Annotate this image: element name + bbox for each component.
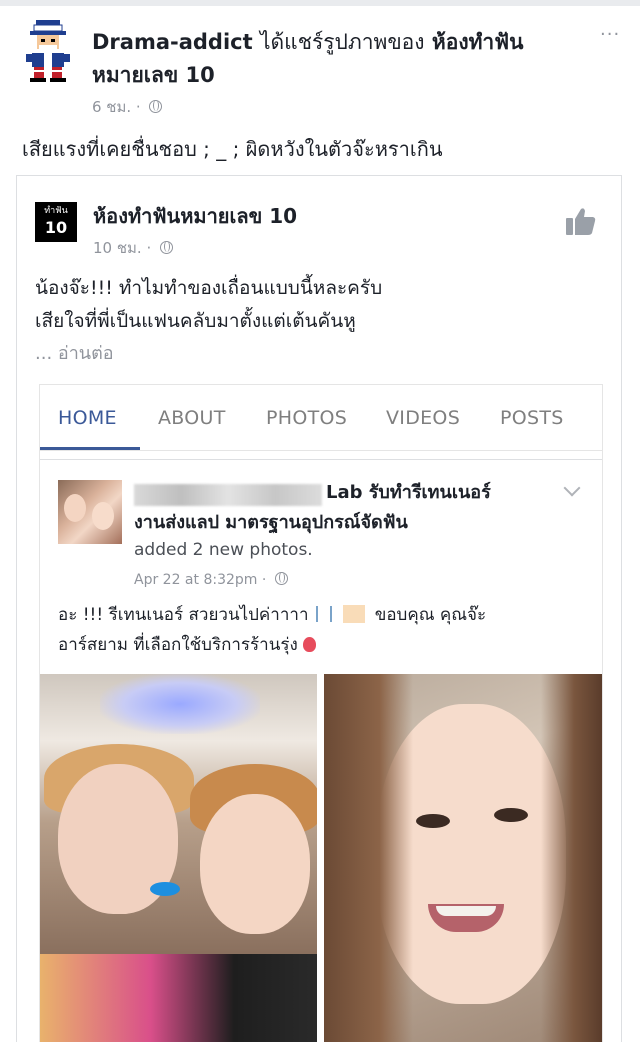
ceiling-light: [100, 674, 260, 734]
photo-two-women[interactable]: [40, 674, 317, 1042]
shared-post-card[interactable]: ทำฟัน 10 ห้องทำฟันหมายเลข 10 10 ชม. · น้…: [16, 175, 622, 1042]
globe-icon: [274, 572, 288, 585]
inner-post-time[interactable]: Apr 22 at 8:32pm ·: [134, 572, 266, 588]
face: [200, 794, 310, 934]
author-name[interactable]: Drama-addict: [92, 30, 253, 54]
card-time[interactable]: 10 ชม. ·: [93, 239, 151, 257]
page-logo-number: 10: [44, 218, 68, 237]
card-meta: 10 ชม. ·: [93, 236, 174, 260]
teeth-retainer: [436, 906, 496, 916]
author-avatar[interactable]: [22, 20, 74, 82]
post-meta: 6 ชม. ·: [92, 95, 163, 119]
post-caption: เสียแรงที่เคยชื่นชอบ ; _ ; ผิดหวังในตัวจ…: [22, 137, 443, 161]
read-more-link[interactable]: ... อ่านต่อ: [35, 338, 114, 367]
inner-text-line2: อาร์สยาม ที่เลือกใช้บริการร้านรุ่ง: [58, 635, 298, 655]
inner-text-part1: อะ !!! รีเทนเนอร์ สวยวนไปค่าาาา: [58, 605, 309, 625]
inner-post-meta: Apr 22 at 8:32pm ·: [134, 572, 288, 588]
like-page-icon[interactable]: [565, 206, 597, 236]
tooth-box-icon: [343, 605, 366, 623]
post-time[interactable]: 6 ชม. ·: [92, 98, 141, 116]
inner-post-avatar[interactable]: [58, 480, 122, 544]
clothing: [40, 954, 317, 1042]
inner-post-action: added 2 new photos.: [134, 540, 313, 560]
tab-home[interactable]: HOME: [58, 407, 117, 429]
inner-text-part2: ขอบคุณ คุณจ๊ะ: [374, 605, 487, 625]
eye: [494, 808, 528, 822]
page-tabs: HOME ABOUT PHOTOS VIDEOS POSTS: [40, 385, 602, 451]
inner-post: Lab รับทำรีเทนเนอร์ งานส่งแลป มาตรฐานอุป…: [40, 459, 602, 1042]
inner-post-author-line2: งานส่งแลป มาตรฐานอุปกรณ์จัดฟัน: [134, 512, 408, 533]
tab-about[interactable]: ABOUT: [158, 407, 226, 429]
page-logo-top: ทำฟัน: [44, 206, 68, 216]
eye: [416, 814, 450, 828]
avatar-face: [92, 502, 114, 530]
globe-icon: [160, 241, 174, 254]
active-tab-indicator: [40, 447, 140, 450]
cutlery-icon: [315, 606, 332, 622]
blue-lips: [150, 882, 180, 896]
tab-videos[interactable]: VIDEOS: [386, 407, 460, 429]
post-title: Drama-addict ได้แชร์รูปภาพของ ห้องทำฟันห…: [92, 26, 572, 92]
top-divider: [0, 0, 640, 6]
card-text-line2: เสียใจที่พี่เป็นแฟนคลับมาตั้งแต่เต้นคันห…: [35, 310, 356, 332]
hair: [324, 674, 602, 1042]
embedded-screenshot[interactable]: HOME ABOUT PHOTOS VIDEOS POSTS Lab รับทำ…: [39, 384, 603, 1042]
balloon-icon: [303, 637, 317, 652]
globe-icon: [149, 100, 163, 113]
tab-photos[interactable]: PHOTOS: [266, 407, 347, 429]
inner-post-author-line1: Lab รับทำรีเทนเนอร์: [326, 482, 491, 503]
chevron-down-icon[interactable]: [563, 479, 581, 497]
inner-post-author[interactable]: Lab รับทำรีเทนเนอร์ งานส่งแลป มาตรฐานอุป…: [134, 478, 564, 538]
card-text-line1: น้องจ๊ะ!!! ทำไมทำของเถื่อนแบบนี้หละครับ: [35, 277, 383, 299]
tab-posts[interactable]: POSTS: [500, 407, 564, 429]
card-text: น้องจ๊ะ!!! ทำไมทำของเถื่อนแบบนี้หละครับ …: [35, 272, 605, 338]
page-name[interactable]: ห้องทำฟันหมายเลข 10: [93, 200, 297, 232]
avatar-face: [64, 494, 86, 522]
inner-post-text: อะ !!! รีเทนเนอร์ สวยวนไปค่าาาา ขอบคุณ ค…: [58, 600, 598, 660]
page-logo[interactable]: ทำฟัน 10: [35, 202, 77, 242]
more-options-icon[interactable]: ···: [600, 24, 620, 45]
photo-smiling-woman[interactable]: [324, 674, 602, 1042]
share-verb: ได้แชร์รูปภาพของ: [259, 30, 425, 54]
